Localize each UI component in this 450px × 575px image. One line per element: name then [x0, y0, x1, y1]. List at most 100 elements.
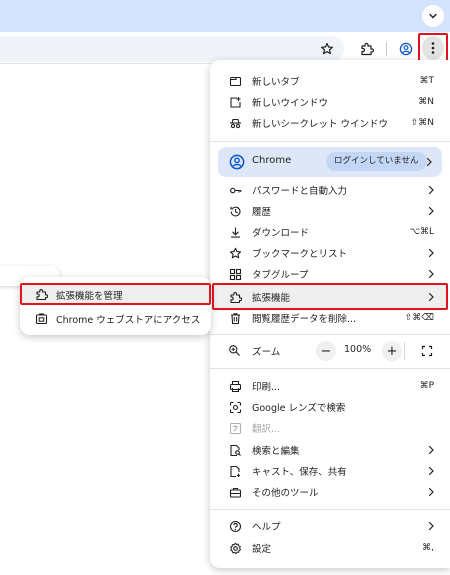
find-document-icon	[228, 443, 242, 457]
web-store-icon	[34, 311, 48, 325]
toolbar-divider	[386, 42, 387, 56]
menu-item-label: 拡張機能	[252, 292, 291, 304]
fullscreen-icon	[421, 345, 433, 357]
menu-divider	[210, 334, 450, 335]
zoom-magnifier-icon	[228, 344, 242, 358]
chevron-right-icon	[426, 247, 436, 259]
zoom-out-button[interactable]: −	[316, 341, 336, 361]
tab-strip	[0, 0, 450, 32]
menu-item-label: 新しいウインドウ	[252, 97, 329, 109]
zoom-level: 100%	[344, 344, 372, 355]
submenu-item-manage-extensions[interactable]: 拡張機能を管理	[20, 283, 211, 305]
menu-item-more-tools[interactable]: その他のツール	[210, 481, 450, 502]
submenu-item-web-store[interactable]: Chrome ウェブストアにアクセス	[20, 307, 211, 329]
menu-item-google-lens[interactable]: Google レンズで検索	[210, 396, 450, 417]
profile-circle-icon	[229, 154, 245, 170]
menu-divider	[210, 141, 450, 142]
chevron-right-icon	[426, 444, 436, 456]
extensions-submenu: 拡張機能を管理 Chrome ウェブストアにアクセス	[20, 277, 211, 335]
menu-item-translate: 翻訳...	[210, 417, 450, 438]
menu-item-clear-browsing-data[interactable]: 閲覧履歴データを削除... ⇧⌘⌫	[210, 307, 450, 328]
menu-divider	[210, 509, 450, 510]
address-bar[interactable]	[0, 36, 344, 62]
menu-item-extensions[interactable]: 拡張機能	[210, 286, 450, 307]
history-icon	[228, 204, 242, 218]
profile-name: Chrome	[252, 155, 292, 166]
menu-item-bookmarks-lists[interactable]: ブックマークとリスト	[210, 242, 450, 263]
profile-avatar-icon[interactable]	[395, 38, 417, 60]
menu-item-new-window[interactable]: 新しいウインドウ ⌘N	[210, 91, 450, 112]
chrome-menu-button[interactable]	[422, 36, 444, 60]
menu-item-label: 新しいシークレット ウインドウ	[252, 118, 389, 130]
shortcut-label: ⌘T	[419, 75, 435, 86]
chrome-main-menu: 新しいタブ ⌘T 新しいウインドウ ⌘N 新しいシークレット ウインドウ ⇧⌘N…	[210, 60, 450, 568]
chevron-right-icon	[426, 465, 436, 477]
chevron-down-icon	[428, 11, 438, 21]
menu-item-cast-save-share[interactable]: キャスト、保存、共有	[210, 460, 450, 481]
zoom-divider	[404, 342, 405, 360]
menu-zoom-row: ズーム − 100% +	[210, 339, 450, 363]
puzzle-icon	[34, 287, 48, 301]
menu-item-history[interactable]: 履歴	[210, 200, 450, 221]
menu-item-label: キャスト、保存、共有	[252, 466, 347, 478]
tab-groups-icon	[228, 267, 242, 281]
menu-item-downloads[interactable]: ダウンロード ⌥⌘L	[210, 221, 450, 242]
star-icon	[228, 246, 242, 260]
signed-out-badge: ログインしていません	[326, 152, 427, 171]
chevron-right-icon	[426, 268, 436, 280]
google-lens-icon	[228, 400, 242, 414]
submenu-item-label: Chrome ウェブストアにアクセス	[56, 315, 201, 326]
chevron-right-icon	[424, 156, 434, 168]
puzzle-icon	[228, 290, 242, 304]
menu-item-label: 新しいタブ	[252, 76, 300, 88]
new-tab-icon	[228, 74, 242, 88]
shortcut-label: ⌘N	[418, 96, 434, 107]
menu-item-help[interactable]: ヘルプ	[210, 515, 450, 536]
tab-search-button[interactable]	[422, 5, 444, 27]
shortcut-label: ⌥⌘L	[409, 226, 434, 237]
menu-divider	[210, 368, 450, 369]
incognito-icon	[228, 116, 242, 130]
menu-item-label: 翻訳...	[252, 423, 281, 435]
menu-item-label: その他のツール	[252, 487, 319, 499]
menu-item-passwords-autofill[interactable]: パスワードと自動入力	[210, 179, 450, 200]
bookmark-star-icon[interactable]	[316, 38, 338, 60]
fullscreen-button[interactable]	[418, 342, 436, 360]
submenu-item-label: 拡張機能を管理	[56, 291, 123, 302]
menu-item-label: ダウンロード	[252, 227, 310, 239]
printer-icon	[228, 379, 242, 393]
shortcut-label: ⌘,	[422, 542, 434, 553]
menu-item-label: タブグループ	[252, 269, 309, 281]
shortcut-label: ⇧⌘N	[410, 117, 434, 128]
menu-item-label: 検索と編集	[252, 445, 300, 457]
menu-item-label: ヘルプ	[252, 521, 281, 533]
menu-item-label: パスワードと自動入力	[252, 185, 348, 197]
menu-item-label: 履歴	[252, 206, 272, 218]
kebab-menu-icon	[431, 41, 435, 55]
menu-item-new-incognito-window[interactable]: 新しいシークレット ウインドウ ⇧⌘N	[210, 112, 450, 133]
menu-item-label: 閲覧履歴データを削除...	[252, 313, 357, 325]
menu-item-print[interactable]: 印刷... ⌘P	[210, 375, 450, 396]
key-icon	[228, 183, 242, 197]
save-file-icon	[228, 464, 242, 478]
menu-item-profile[interactable]: Chrome ログインしていません	[218, 147, 442, 177]
toolbox-icon	[228, 485, 242, 499]
zoom-label: ズーム	[252, 347, 281, 358]
menu-item-settings[interactable]: 設定 ⌘,	[210, 537, 450, 558]
chevron-right-icon	[426, 205, 436, 217]
extensions-puzzle-icon[interactable]	[356, 38, 378, 60]
download-icon	[228, 225, 242, 239]
trash-icon	[228, 311, 242, 325]
shortcut-label: ⇧⌘⌫	[404, 312, 434, 323]
shortcut-label: ⌘P	[419, 380, 434, 391]
new-window-icon	[228, 95, 242, 109]
zoom-in-button[interactable]: +	[382, 341, 402, 361]
menu-item-label: Google レンズで検索	[252, 402, 346, 414]
menu-item-tab-groups[interactable]: タブグループ	[210, 263, 450, 284]
menu-item-new-tab[interactable]: 新しいタブ ⌘T	[210, 70, 450, 91]
menu-item-label: 印刷...	[252, 381, 281, 393]
gear-icon	[228, 541, 242, 555]
menu-item-find-edit[interactable]: 検索と編集	[210, 439, 450, 460]
chevron-right-icon	[426, 520, 436, 532]
translate-icon	[228, 421, 242, 435]
